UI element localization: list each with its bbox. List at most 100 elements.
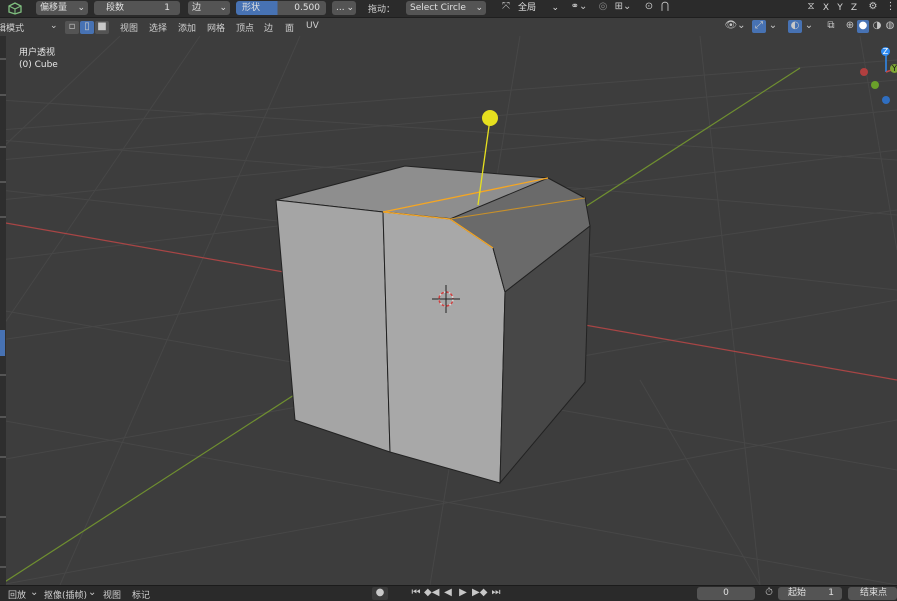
- toolbar-strip: [0, 36, 6, 585]
- falloff-curve-icon[interactable]: ⋂: [658, 1, 672, 13]
- 3d-viewport[interactable]: 用户透视 (0) Cube Z Y: [0, 35, 897, 586]
- perspective-label: 用户透视: [19, 48, 56, 58]
- start-value: 1: [828, 588, 834, 598]
- cube-mesh[interactable]: [275, 165, 591, 485]
- gizmo-neg-y-dot[interactable]: [871, 81, 879, 89]
- gizmo-neg-x-dot[interactable]: [860, 68, 868, 76]
- chevron-down-icon: ⌄: [50, 21, 58, 31]
- edge-select-icon[interactable]: ▯: [80, 21, 94, 34]
- axis-z-toggle[interactable]: Z: [848, 2, 860, 15]
- viewport-scene: [0, 35, 897, 586]
- axis-y-toggle[interactable]: Y: [834, 2, 846, 15]
- start-label: 起始: [788, 588, 807, 598]
- prev-keyframe-icon[interactable]: ◆◀: [424, 587, 439, 599]
- chevron-down-icon: ⌄: [346, 3, 354, 13]
- chevron-down-icon: ⌄: [475, 3, 483, 13]
- select-tool-label: Select Circle: [410, 3, 466, 13]
- axis-x-toggle[interactable]: X: [820, 2, 832, 15]
- gizmo-toggle-icon[interactable]: ⤢: [752, 20, 766, 33]
- chevron-down-icon: ⌄: [88, 587, 97, 598]
- current-frame-field[interactable]: 0: [697, 587, 755, 600]
- wrench-icon[interactable]: ⚙: [866, 1, 880, 13]
- play-icon[interactable]: ▶: [457, 587, 469, 599]
- visibility-icon[interactable]: 👁⌄: [724, 20, 746, 32]
- segments-value: 1: [164, 3, 170, 13]
- strip-tick: [0, 374, 6, 376]
- chevron-down-icon: ⌄: [551, 3, 559, 13]
- current-frame-value: 0: [723, 588, 729, 598]
- gizmo-y-axis[interactable]: Y: [890, 64, 897, 73]
- wireframe-shading-icon[interactable]: ⊕: [844, 20, 856, 32]
- menu-face[interactable]: 面: [285, 21, 294, 34]
- select-tool-dropdown[interactable]: Select Circle ⌄: [406, 1, 486, 15]
- drag-label: 拖动：: [368, 5, 396, 15]
- menu-uv[interactable]: UV: [306, 21, 319, 31]
- strip-tick: [0, 58, 6, 60]
- gizmo-z-axis[interactable]: Z: [881, 47, 890, 56]
- chevron-down-icon: ⌄: [219, 3, 227, 13]
- strip-tick: [0, 456, 6, 458]
- stopwatch-icon[interactable]: ⏱: [763, 587, 775, 599]
- edit-mode-icon[interactable]: [4, 1, 26, 15]
- proportional-edit-icon[interactable]: ⊙: [642, 1, 656, 13]
- menu-add[interactable]: 添加: [178, 21, 196, 34]
- pivot-point-icon[interactable]: ⚭⌄: [568, 1, 590, 13]
- xray-icon[interactable]: ⧉: [824, 20, 838, 32]
- mirror-icon[interactable]: ⧖: [804, 1, 818, 13]
- menu-marker[interactable]: 标记: [132, 588, 150, 601]
- segments-field[interactable]: 段数 1: [94, 1, 180, 15]
- gizmo-neg-z-dot[interactable]: [882, 96, 890, 104]
- next-keyframe-icon[interactable]: ▶◆: [472, 587, 487, 599]
- menu-edge[interactable]: 边: [264, 21, 273, 34]
- record-icon[interactable]: ●: [372, 587, 388, 600]
- snap-target-icon[interactable]: ⊞⌄: [612, 1, 634, 13]
- chevron-down-icon[interactable]: ⌄: [804, 20, 814, 32]
- menu-select[interactable]: 选择: [149, 21, 167, 34]
- options-icon[interactable]: ⋮: [884, 1, 897, 13]
- strip-tick: [0, 416, 6, 418]
- face-select-icon[interactable]: ■: [95, 21, 109, 34]
- bevel-handle-icon[interactable]: [482, 110, 498, 126]
- mode-dropdown[interactable]: 编辑模式 ⌄: [0, 21, 58, 34]
- jump-start-icon[interactable]: ⏮: [410, 587, 422, 599]
- menu-keying[interactable]: 抠像(插帧): [44, 588, 87, 601]
- rendered-shading-icon[interactable]: ◍: [884, 20, 896, 32]
- jump-end-icon[interactable]: ⏭: [490, 587, 502, 599]
- menu-timeline-view[interactable]: 视图: [103, 588, 121, 601]
- segments-label: 段数: [106, 3, 125, 13]
- end-frame-field[interactable]: 结束点: [848, 587, 897, 600]
- more-options-button[interactable]: ... ⌄: [332, 1, 356, 15]
- vertex-select-icon[interactable]: ▫: [65, 21, 79, 34]
- menu-view[interactable]: 视图: [120, 21, 138, 34]
- more-label: ...: [336, 3, 345, 13]
- overlay-toggle-icon[interactable]: ◐: [788, 20, 802, 33]
- viewport-header: 编辑模式 ⌄ ▫ ▯ ■ 视图 选择 添加 网格 顶点 边 面 UV 👁⌄ ⤢ …: [0, 18, 897, 36]
- menu-playback[interactable]: 回放: [8, 588, 26, 601]
- affect-dropdown[interactable]: 边 ⌄: [188, 1, 230, 15]
- tool-settings-bar: 偏移量 ⌄ 段数 1 边 ⌄ 形状 0.500 ... ⌄ 拖动： Select…: [0, 0, 897, 18]
- menu-vertex[interactable]: 顶点: [236, 21, 254, 34]
- play-reverse-icon[interactable]: ◀: [442, 587, 454, 599]
- start-frame-field[interactable]: 起始 1: [778, 587, 842, 600]
- strip-tick: [0, 146, 6, 148]
- menu-mesh[interactable]: 网格: [207, 21, 225, 34]
- chevron-down-icon: ⌄: [30, 587, 39, 598]
- affect-label: 边: [192, 3, 202, 13]
- shape-value: 0.500: [294, 3, 320, 13]
- transform-dropdown[interactable]: 偏移量 ⌄: [36, 1, 88, 15]
- snap-icon[interactable]: ◎: [596, 1, 610, 13]
- solid-shading-icon[interactable]: ●: [857, 20, 869, 33]
- orientation-dropdown[interactable]: 全局 ⌄: [514, 1, 562, 15]
- strip-tick: [0, 566, 6, 568]
- end-label: 结束点: [860, 588, 888, 598]
- active-tool-marker[interactable]: [0, 330, 5, 356]
- object-label: (0) Cube: [19, 60, 58, 70]
- transform-orientation-icon[interactable]: ⤧: [498, 1, 514, 13]
- timeline-header: 回放 ⌄ 抠像(插帧) ⌄ 视图 标记 ● ⏮ ◆◀ ◀ ▶ ▶◆ ⏭ 0 ⏱ …: [0, 585, 897, 601]
- chevron-down-icon[interactable]: ⌄: [768, 20, 778, 32]
- strip-tick: [0, 516, 6, 518]
- material-shading-icon[interactable]: ◑: [871, 20, 883, 32]
- cube-left-face: [275, 199, 391, 453]
- shape-field[interactable]: 形状 0.500: [236, 1, 326, 15]
- chevron-down-icon: ⌄: [77, 3, 85, 13]
